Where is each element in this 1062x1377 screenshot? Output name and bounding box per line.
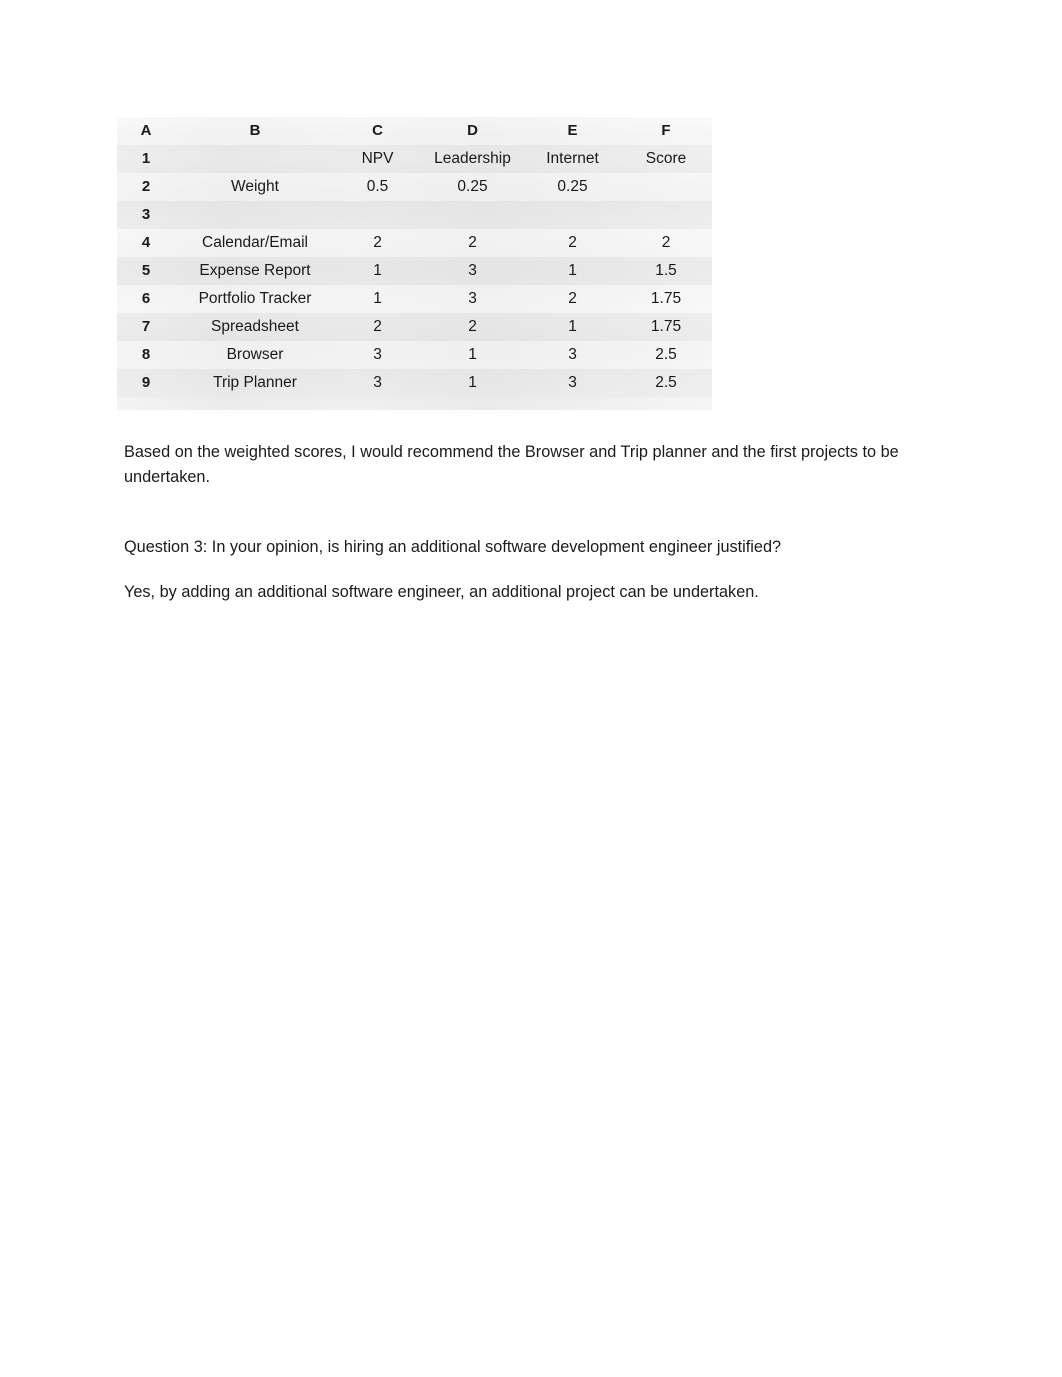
weighted-score-table: A B C D E F 1 NPV Leadership Internet Sc… (117, 117, 712, 397)
cell-e6: 2 (568, 290, 577, 307)
table-row: 8 Browser 3 1 3 2.5 (117, 341, 712, 369)
cell-b3 (175, 201, 335, 229)
cell-f4: 2 (661, 234, 671, 251)
column-header-d: D (467, 122, 478, 139)
row-header-4: 4 (141, 234, 151, 251)
cell-d1: Leadership (434, 150, 511, 167)
cell-d3 (420, 201, 525, 229)
cell-d4: 2 (468, 234, 477, 251)
cell-b8: Browser (226, 346, 284, 363)
cell-c1: NPV (361, 150, 394, 167)
table-row: 5 Expense Report 1 3 1 1.5 (117, 257, 712, 285)
table-row: 2 Weight 0.5 0.25 0.25 (117, 173, 712, 201)
cell-b7: Spreadsheet (211, 318, 299, 335)
row-header-8: 8 (141, 346, 151, 363)
cell-f6: 1.75 (650, 290, 682, 307)
row-header-6: 6 (141, 290, 151, 307)
cell-b5: Expense Report (199, 262, 311, 279)
cell-f2 (620, 173, 712, 201)
column-header-c: C (372, 122, 383, 139)
document-page: A B C D E F 1 NPV Leadership Internet Sc… (0, 0, 1062, 1377)
cell-b4: Calendar/Email (202, 234, 308, 251)
cell-b6: Portfolio Tracker (198, 290, 312, 307)
cell-f5: 1.5 (655, 262, 677, 279)
cell-f1: Score (645, 150, 687, 167)
table-row: 4 Calendar/Email 2 2 2 2 (117, 229, 712, 257)
weighted-score-spreadsheet: A B C D E F 1 NPV Leadership Internet Sc… (117, 117, 712, 410)
row-header-7: 7 (141, 318, 151, 335)
table-column-header-row: A B C D E F (117, 117, 712, 145)
table-row: 3 (117, 201, 712, 229)
row-header-5: 5 (141, 262, 151, 279)
column-header-e: E (567, 122, 578, 139)
table-row: 9 Trip Planner 3 1 3 2.5 (117, 369, 712, 397)
cell-d6: 3 (468, 290, 477, 307)
cell-c3 (335, 201, 420, 229)
cell-d7: 2 (468, 318, 477, 335)
table-row: 6 Portfolio Tracker 1 3 2 1.75 (117, 285, 712, 313)
cell-c6: 1 (373, 290, 382, 307)
cell-d2: 0.25 (457, 178, 488, 195)
cell-e2: 0.25 (557, 178, 588, 195)
cell-d9: 1 (468, 374, 477, 391)
cell-e5: 1 (568, 262, 577, 279)
cell-c7: 2 (373, 318, 382, 335)
column-header-b: B (249, 122, 261, 139)
cell-e1: Internet (546, 150, 599, 167)
cell-c8: 3 (373, 346, 382, 363)
cell-f7: 1.75 (650, 318, 682, 335)
cell-c4: 2 (373, 234, 382, 251)
cell-b2: Weight (231, 178, 279, 195)
cell-f8: 2.5 (655, 346, 677, 363)
table-row: 7 Spreadsheet 2 2 1 1.75 (117, 313, 712, 341)
cell-b9: Trip Planner (213, 374, 297, 391)
column-header-a: A (140, 122, 152, 139)
row-header-3: 3 (141, 206, 151, 223)
row-header-2: 2 (141, 178, 151, 195)
table-row: 1 NPV Leadership Internet Score (117, 145, 712, 173)
cell-c9: 3 (373, 374, 382, 391)
column-header-f: F (661, 122, 671, 139)
row-header-9: 9 (141, 374, 151, 391)
question-3-heading: Question 3: In your opinion, is hiring a… (124, 538, 782, 557)
cell-e4: 2 (568, 234, 577, 251)
cell-f3 (620, 201, 712, 229)
cell-f9: 2.5 (655, 374, 677, 391)
cell-c5: 1 (373, 262, 382, 279)
cell-b1 (175, 145, 335, 173)
cell-d5: 3 (468, 262, 477, 279)
recommendation-paragraph: Based on the weighted scores, I would re… (124, 443, 899, 487)
row-header-1: 1 (141, 150, 151, 167)
cell-e8: 3 (568, 346, 577, 363)
cell-c2: 0.5 (366, 178, 389, 195)
cell-e3 (525, 201, 620, 229)
cell-e9: 3 (568, 374, 577, 391)
cell-d8: 1 (468, 346, 477, 363)
answer-3-paragraph: Yes, by adding an additional software en… (124, 583, 759, 602)
cell-e7: 1 (568, 318, 577, 335)
